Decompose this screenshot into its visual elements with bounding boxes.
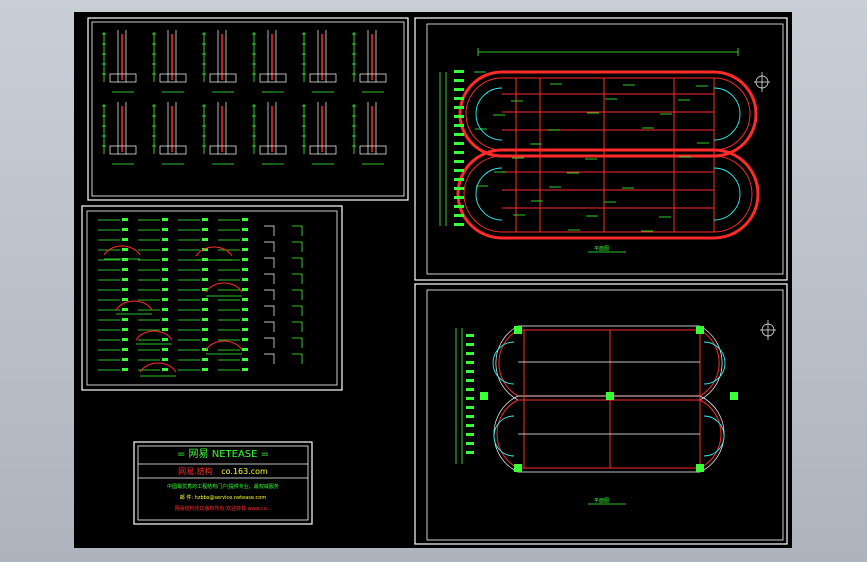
north-arrow-icon [760, 320, 776, 340]
brand-line: = 网易 NETEASE = [176, 449, 270, 460]
north-arrow-icon [754, 72, 770, 92]
wall-section [152, 102, 187, 165]
title-block-brand: = 网易 NETEASE = [138, 448, 308, 462]
wall-section [302, 30, 337, 93]
sheet-plan-layout[interactable]: 平面图 [414, 283, 788, 545]
wall-section [352, 30, 387, 93]
sheet-border [81, 205, 343, 391]
sheet-wall-sections[interactable] [87, 17, 409, 201]
rebar-detail-items [98, 218, 303, 377]
plan-title: 平面图 [594, 498, 609, 504]
model-space-canvas[interactable]: 平面图 平面图 = 网易 NETEASE = 网易.结构 co.163.com … [74, 12, 792, 548]
sheet-border [414, 283, 788, 545]
wall-section [252, 102, 287, 165]
sheet-rebar-details[interactable] [81, 205, 343, 391]
wall-section [102, 30, 137, 93]
note-line-1: 中国最优秀的工程结构门户|提供专业、最权威服务 [167, 484, 279, 490]
wall-section [202, 30, 237, 93]
wall-section [352, 102, 387, 165]
wall-section [252, 30, 287, 93]
wall-section [152, 30, 187, 93]
plan-title: 平面图 [594, 246, 609, 252]
title-block-notes: 中国最优秀的工程结构门户|提供专业、最权威服务 邮 件: hzbbs@servi… [140, 482, 306, 515]
wall-section [102, 102, 137, 165]
wall-section-details [102, 30, 387, 165]
site-url[interactable]: co.163.com [221, 467, 268, 476]
wall-section [202, 102, 237, 165]
sheet-frame [91, 21, 405, 197]
title-block-site: 网易.结构 co.163.com [138, 466, 308, 477]
note-line-3: 网易结构论坛版权所有 欢迎转载 www.co... [174, 506, 272, 512]
wall-section [302, 102, 337, 165]
sheet-border [87, 17, 409, 201]
sheet-plan-reinforcement[interactable]: 平面图 [414, 17, 788, 281]
cad-viewport: 平面图 平面图 = 网易 NETEASE = 网易.结构 co.163.com … [0, 0, 867, 562]
site-name: 网易.结构 [178, 467, 213, 476]
note-line-2: 邮 件: hzbbs@service.netease.com [179, 495, 267, 501]
